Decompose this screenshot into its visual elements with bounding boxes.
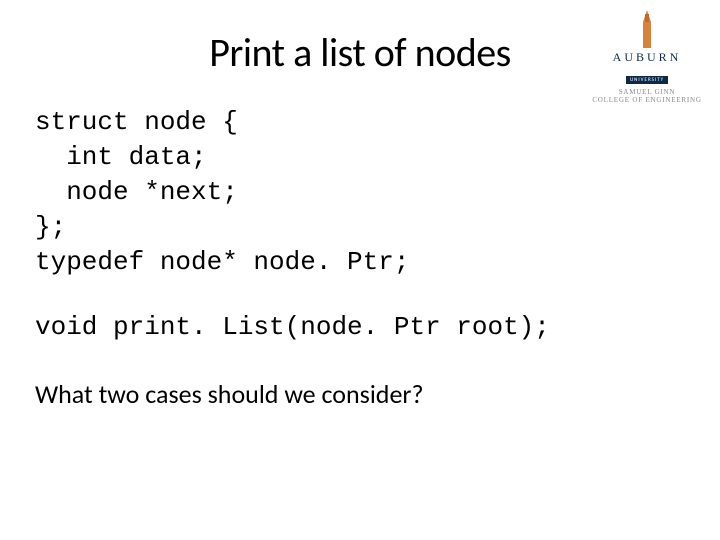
tower-icon	[635, 10, 659, 48]
slide: AUBURN UNIVERSITY SAMUEL GINN COLLEGE OF…	[0, 0, 720, 540]
code-struct: struct node { int data; node *next; }; t…	[35, 105, 685, 280]
college-line-2: COLLEGE OF ENGINEERING	[592, 96, 701, 104]
college-text: SAMUEL GINN COLLEGE OF ENGINEERING	[592, 88, 702, 105]
auburn-logo-block: AUBURN UNIVERSITY SAMUEL GINN COLLEGE OF…	[592, 10, 702, 105]
college-line-1: SAMUEL GINN	[619, 88, 676, 96]
university-bar: UNIVERSITY	[626, 76, 668, 84]
auburn-wordmark: AUBURN	[592, 50, 702, 65]
slide-title: Print a list of nodes	[35, 28, 685, 77]
code-function: void print. List(node. Ptr root);	[35, 310, 685, 345]
question-text: What two cases should we consider?	[35, 378, 685, 410]
